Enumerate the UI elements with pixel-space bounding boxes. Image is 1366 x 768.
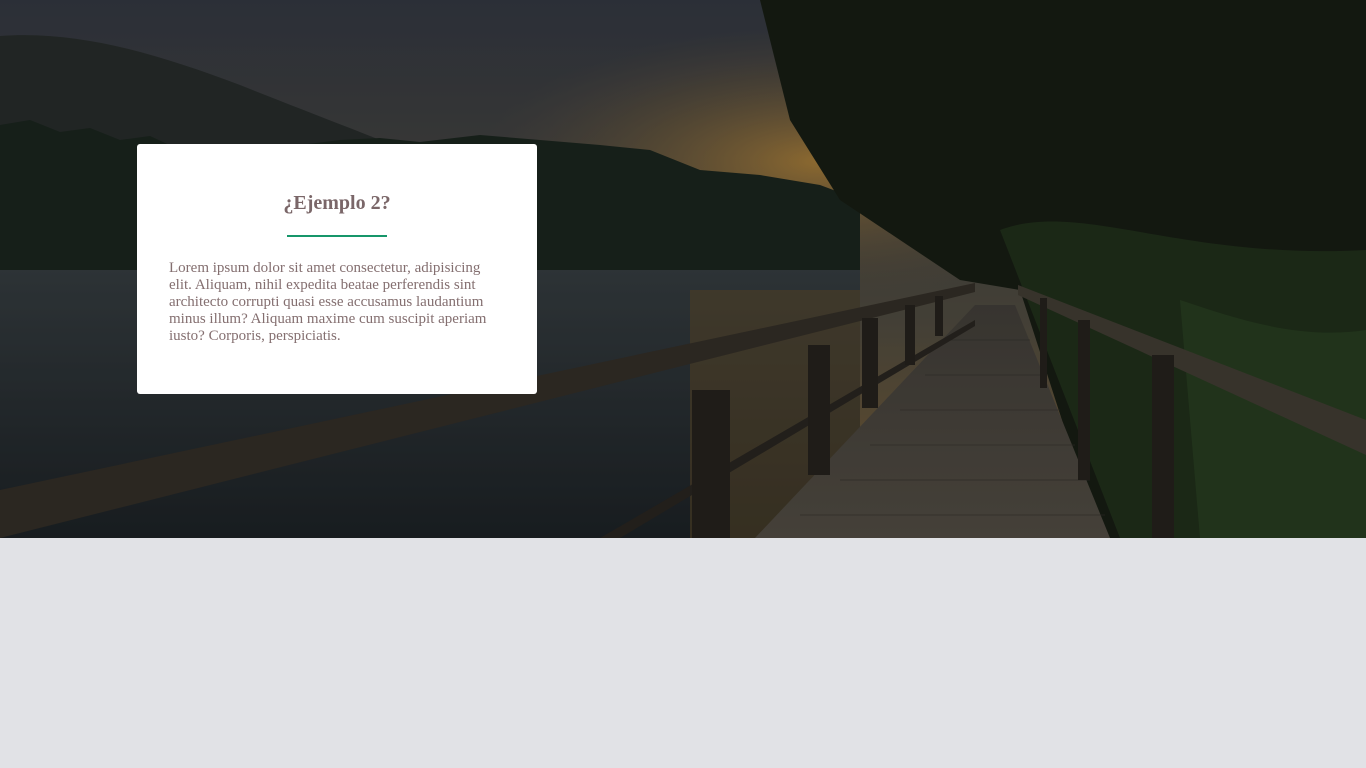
card-title-wrap: ¿Ejemplo 2? bbox=[137, 190, 537, 216]
card-title: ¿Ejemplo 2? bbox=[283, 192, 391, 214]
page-bottom-area bbox=[0, 538, 1366, 768]
info-card: ¿Ejemplo 2? Lorem ipsum dolor sit amet c… bbox=[137, 144, 537, 394]
card-body-text: Lorem ipsum dolor sit amet consectetur, … bbox=[169, 260, 487, 344]
title-underline bbox=[287, 235, 387, 237]
